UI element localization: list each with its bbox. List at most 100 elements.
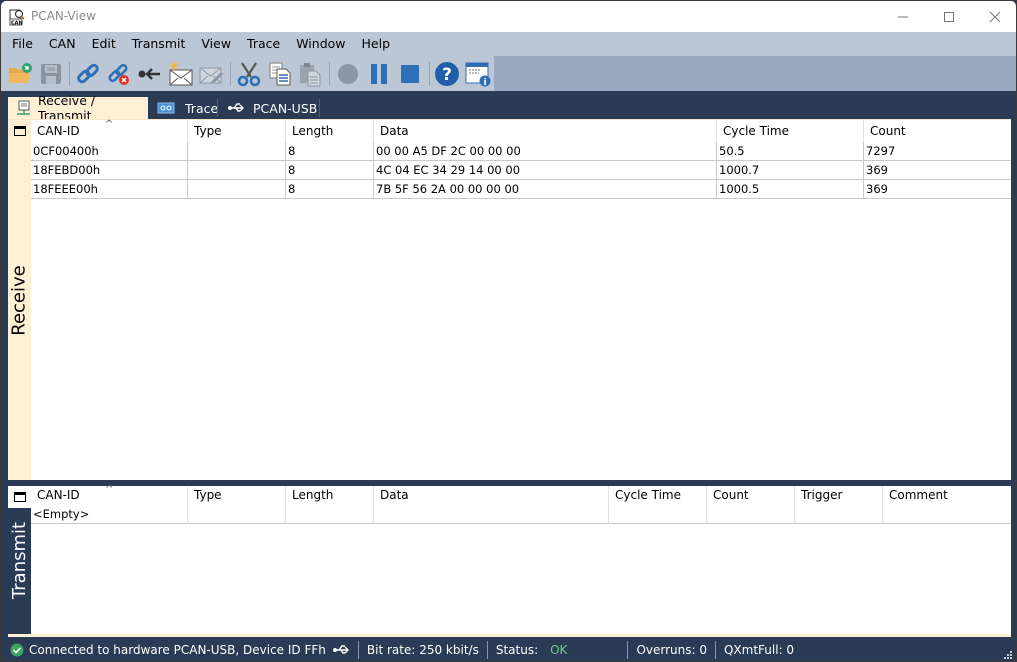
svg-text:?: ? (442, 65, 452, 85)
usb-icon (332, 645, 349, 654)
connect-button[interactable] (73, 59, 103, 89)
toolbar-separator (230, 61, 232, 86)
cell-can-id: <Empty> (33, 507, 90, 521)
paste-icon (300, 62, 321, 86)
usb-icon (228, 103, 244, 112)
pause-button[interactable] (364, 59, 394, 89)
tab-label: Trace (185, 100, 219, 116)
receive-side-label: Receive (8, 120, 31, 480)
column-header-cycle-time[interactable]: Cycle Time (716, 120, 863, 142)
column-header-data[interactable]: Data (373, 120, 716, 142)
column-chooser-button[interactable] (8, 120, 31, 142)
toolbar: ? i (1, 56, 1016, 91)
column-header-cycle-time[interactable]: Cycle Time (608, 486, 706, 505)
pcan-view-window: CAN PCAN-View File CAN Edit Transmit Vie… (0, 0, 1017, 662)
edit-message-icon (199, 67, 224, 84)
open-button[interactable] (5, 59, 35, 89)
network-icon (17, 100, 30, 115)
cell-can-id: 0CF00400h (33, 144, 99, 158)
cell-length (285, 505, 373, 524)
cell-can-id: 18FEBD00h (33, 163, 101, 177)
cell-cycle-time (608, 505, 706, 524)
stop-button[interactable] (395, 59, 425, 89)
maximize-button[interactable] (926, 1, 972, 32)
tab-label: PCAN-USB (253, 100, 318, 116)
close-icon (989, 11, 1001, 22)
column-chooser-button[interactable] (8, 486, 31, 508)
tab-receive-transmit[interactable]: Receive / Transmit (8, 93, 148, 123)
column-header-length[interactable]: Length (285, 486, 373, 505)
tab-pcan-usb[interactable]: PCAN-USB (219, 97, 327, 119)
cell-type (187, 180, 285, 199)
status-separator (486, 641, 488, 659)
about-button[interactable]: i (463, 59, 493, 89)
stop-icon (400, 64, 419, 83)
column-header-data[interactable]: Data (373, 486, 608, 505)
table-row[interactable]: 0CF00400h 8 00 00 A5 DF 2C 00 00 00 50.5… (31, 142, 1011, 161)
paste-button[interactable] (296, 59, 326, 89)
menu-edit[interactable]: Edit (84, 32, 124, 56)
menu-window[interactable]: Window (288, 32, 353, 56)
reset-button[interactable] (135, 59, 165, 89)
cell-data: 00 00 A5 DF 2C 00 00 00 (373, 142, 716, 161)
column-header-can-id[interactable]: CAN-ID ^ (31, 484, 187, 505)
trace-icon (157, 102, 175, 114)
table-row[interactable]: 18FEBD00h 8 4C 04 EC 34 29 14 00 00 1000… (31, 161, 1011, 180)
disconnect-button[interactable] (104, 59, 134, 89)
column-header-count[interactable]: Count (706, 486, 794, 505)
column-header-length[interactable]: Length (285, 120, 373, 142)
table-row[interactable]: 18FEEE00h 8 7B 5F 56 2A 00 00 00 00 1000… (31, 180, 1011, 199)
new-message-button[interactable] (166, 59, 196, 89)
cell-length: 8 (285, 142, 373, 161)
cell-count: 369 (863, 161, 1011, 180)
menu-view[interactable]: View (193, 32, 239, 56)
record-button[interactable] (333, 59, 363, 89)
save-button[interactable] (36, 59, 66, 89)
menu-help[interactable]: Help (354, 32, 399, 56)
cell-type (187, 161, 285, 180)
new-message-icon (168, 60, 193, 85)
cell-data (373, 505, 608, 524)
title-bar: CAN PCAN-View (1, 1, 1016, 32)
app-icon: CAN (9, 9, 25, 26)
menu-trace[interactable]: Trace (239, 32, 288, 56)
column-header-count[interactable]: Count (863, 120, 1011, 142)
cut-button[interactable] (234, 59, 264, 89)
transmit-header-row: CAN-ID ^ Type Length Data Cycle Time Coun… (31, 484, 1011, 505)
record-icon (338, 63, 359, 84)
column-header-type[interactable]: Type (187, 486, 285, 505)
column-header-trigger[interactable]: Trigger (794, 486, 882, 505)
close-button[interactable] (972, 1, 1016, 32)
minimize-button[interactable] (880, 1, 926, 32)
resize-grip-icon[interactable] (1003, 650, 1013, 660)
pause-icon (370, 63, 387, 84)
cell-count: 369 (863, 180, 1011, 199)
column-header-comment[interactable]: Comment (882, 486, 1011, 505)
sort-ascending-icon: ^ (105, 119, 114, 130)
column-header-can-id[interactable]: CAN-ID ^ (31, 119, 187, 142)
help-icon: ? (435, 61, 460, 86)
cell-cycle-time: 50.5 (716, 142, 863, 161)
toolbar-separator (329, 61, 331, 86)
receive-label: Receive (9, 264, 31, 336)
menu-file[interactable]: File (4, 32, 41, 56)
menu-can[interactable]: CAN (41, 32, 84, 56)
tab-separator (319, 99, 320, 117)
minimize-icon (898, 16, 908, 17)
menu-transmit[interactable]: Transmit (124, 32, 194, 56)
help-button[interactable]: ? (432, 59, 462, 89)
cell-count (706, 505, 794, 524)
tab-bar: Receive / Transmit Trace PCAN-USB (1, 91, 1016, 123)
table-row[interactable]: <Empty> (31, 505, 1011, 524)
column-header-type[interactable]: Type (187, 120, 285, 142)
edit-message-button[interactable] (196, 59, 226, 89)
window-title: PCAN-View (31, 9, 96, 23)
status-bar: Connected to hardware PCAN-USB, Device I… (1, 637, 1016, 661)
copy-button[interactable] (265, 59, 295, 89)
window-icon (13, 126, 26, 136)
cell-can-id: 18FEEE00h (33, 182, 98, 196)
transmit-side-label: Transmit (8, 486, 31, 634)
receive-panel: Receive CAN-ID ^ Type Length Data Cycle T… (8, 119, 1011, 480)
cell-data: 4C 04 EC 34 29 14 00 00 (373, 161, 716, 180)
cell-type (187, 142, 285, 161)
